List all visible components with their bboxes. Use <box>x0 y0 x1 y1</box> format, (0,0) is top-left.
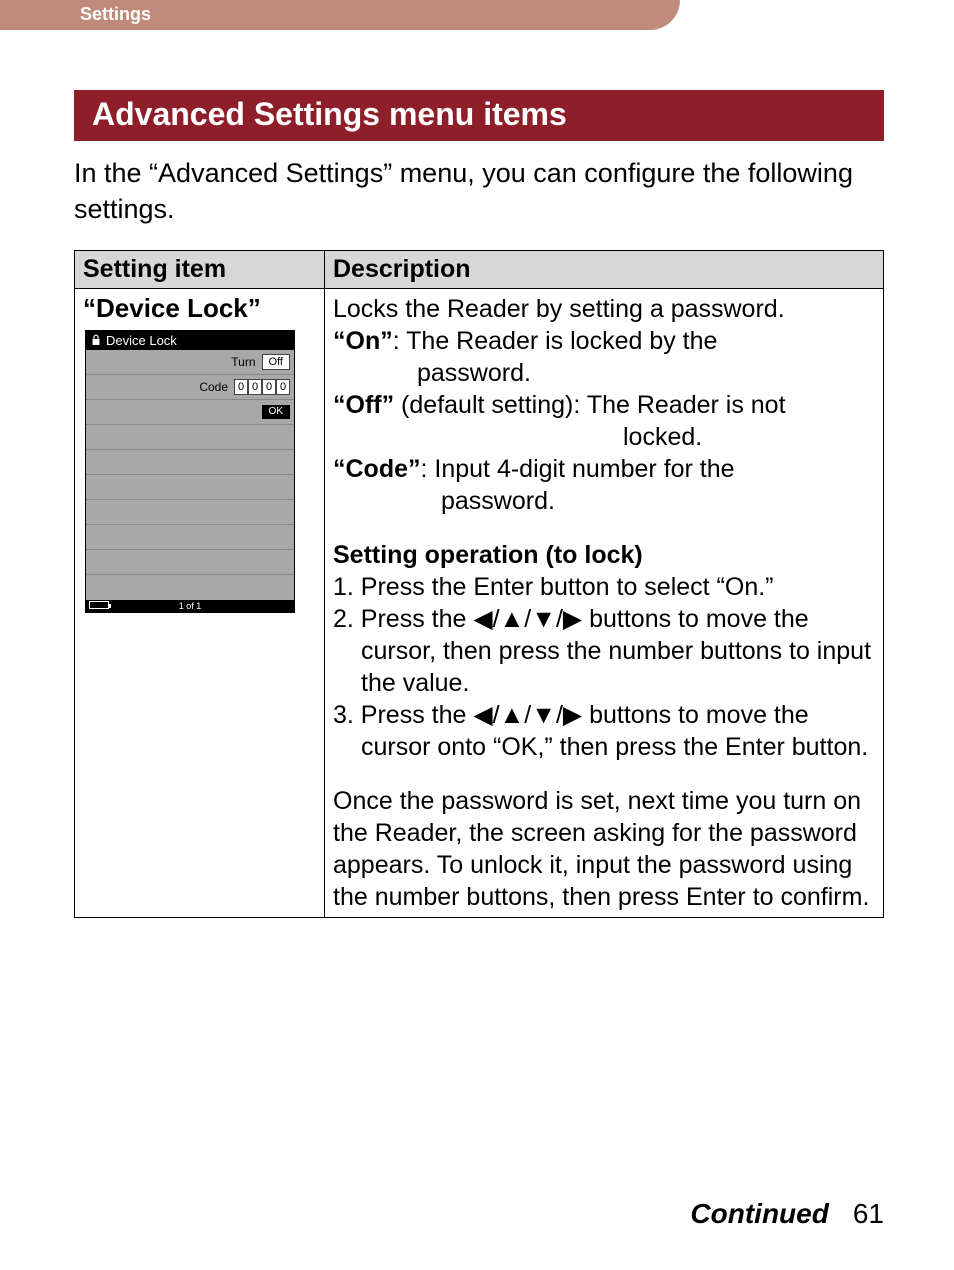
continued-label: Continued <box>690 1198 828 1229</box>
header-tab-label: Settings <box>0 0 680 25</box>
turn-label: Turn <box>231 355 255 369</box>
code-label-desc: “Code” <box>333 455 421 483</box>
desc-off-cont: locked. <box>333 421 875 453</box>
setting-name: “Device Lock” <box>83 293 316 324</box>
step3-pre: 3. Press the <box>333 701 473 729</box>
device-row-ok: OK <box>86 400 294 425</box>
device-row-empty <box>86 575 294 600</box>
device-row-code: Code 0 0 0 0 <box>86 375 294 400</box>
device-title: Device Lock <box>106 333 177 348</box>
code-text: : Input 4-digit number for the <box>421 455 735 483</box>
operation-heading: Setting operation (to lock) <box>333 539 875 571</box>
desc-on: “On”: The Reader is locked by the <box>333 325 875 357</box>
step-1: 1. Press the Enter button to select “On.… <box>333 571 875 603</box>
device-titlebar: Device Lock <box>86 331 294 350</box>
lock-icon <box>90 334 102 346</box>
device-row-empty <box>86 500 294 525</box>
section-title: Advanced Settings menu items <box>74 90 884 141</box>
device-row-empty <box>86 475 294 500</box>
device-lock-screenshot: Device Lock Turn Off Code 0 0 0 <box>85 330 295 613</box>
code-digit-1: 0 <box>248 379 262 395</box>
code-digit-3: 0 <box>276 379 290 395</box>
on-label: “On” <box>333 327 393 355</box>
device-row-empty <box>86 450 294 475</box>
battery-icon <box>89 601 109 609</box>
device-row-empty <box>86 525 294 550</box>
ok-button: OK <box>262 405 290 419</box>
th-description: Description <box>325 250 884 288</box>
page-number: 61 <box>853 1198 884 1229</box>
code-digit-0: 0 <box>234 379 248 395</box>
arrow-glyphs: ◀/▲/▼/▶ <box>473 701 582 729</box>
settings-table: Setting item Description “Device Lock” D… <box>74 250 884 918</box>
desc-code-cont: password. <box>333 485 875 517</box>
off-label: “Off” <box>333 391 394 419</box>
header-tab: Settings <box>0 0 680 30</box>
cell-description: Locks the Reader by setting a password. … <box>325 288 884 917</box>
desc-on-cont: password. <box>333 357 875 389</box>
code-label: Code <box>199 380 228 394</box>
desc-after: Once the password is set, next time you … <box>333 785 875 913</box>
device-row-empty <box>86 550 294 575</box>
off-text: (default setting): The Reader is not <box>394 391 785 419</box>
desc-off: “Off” (default setting): The Reader is n… <box>333 389 875 421</box>
turn-value: Off <box>262 354 290 370</box>
device-row-turn: Turn Off <box>86 350 294 375</box>
step2-pre: 2. Press the <box>333 605 473 633</box>
on-text: : The Reader is locked by the <box>393 327 718 355</box>
device-footer: 1 of 1 <box>86 600 294 612</box>
page-footer: Continued 61 <box>690 1198 884 1230</box>
device-row-empty <box>86 425 294 450</box>
desc-code: “Code”: Input 4-digit number for the <box>333 453 875 485</box>
th-setting-item: Setting item <box>75 250 325 288</box>
step-2: 2. Press the ◀/▲/▼/▶ buttons to move the… <box>333 603 875 699</box>
page-content: Advanced Settings menu items In the “Adv… <box>74 90 884 918</box>
arrow-glyphs: ◀/▲/▼/▶ <box>473 605 582 633</box>
device-page-indicator: 1 of 1 <box>179 601 202 611</box>
cell-setting: “Device Lock” Device Lock Turn Off <box>75 288 325 917</box>
section-intro: In the “Advanced Settings” menu, you can… <box>74 155 884 228</box>
desc-line1: Locks the Reader by setting a password. <box>333 293 875 325</box>
code-digit-2: 0 <box>262 379 276 395</box>
step-3: 3. Press the ◀/▲/▼/▶ buttons to move the… <box>333 699 875 763</box>
